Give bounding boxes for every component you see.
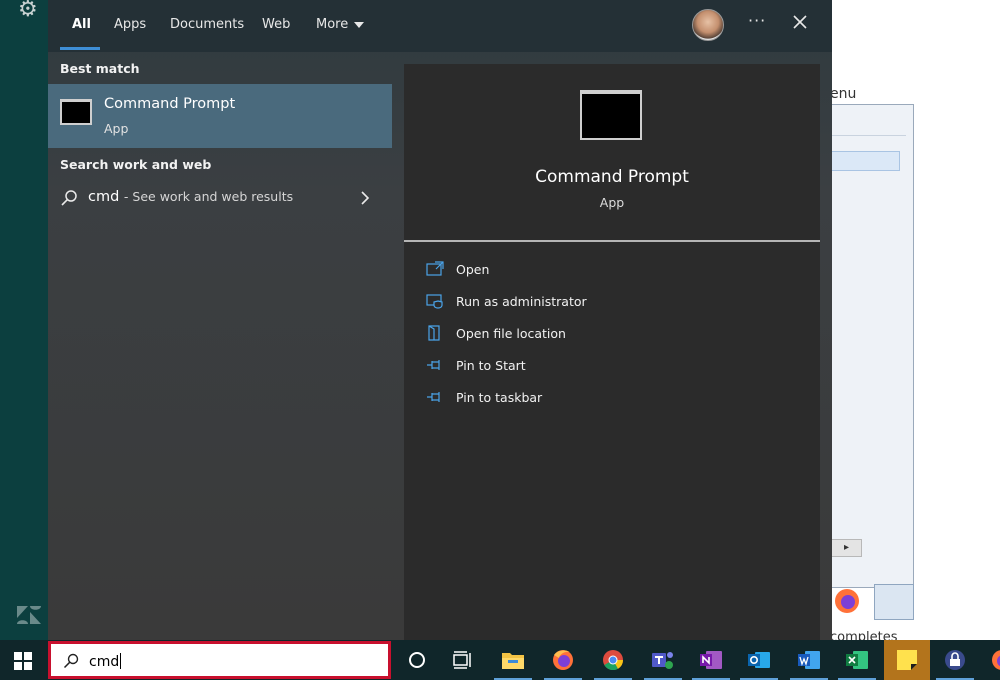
firefox-icon [835,589,859,613]
chevron-right-icon[interactable] [360,191,370,205]
chrome-icon[interactable] [590,640,636,680]
keepass-lock-icon[interactable] [932,640,978,680]
start-search-panel: All Apps Documents Web More ··· Best mat… [48,0,832,640]
cortana-icon[interactable] [394,640,440,680]
web-result-item[interactable]: cmd - See work and web results [48,182,392,214]
action-label: Pin to taskbar [456,390,543,405]
desktop-left-strip: ⚙ [0,0,48,640]
action-open[interactable]: Open [426,258,806,284]
search-web-heading: Search work and web [60,157,212,172]
pin-icon [427,360,440,370]
search-icon [61,190,77,206]
background-menu-text: enu [830,86,857,102]
firefox-alt-icon[interactable] [980,640,1000,680]
command-prompt-icon [60,99,92,125]
close-icon[interactable] [792,14,808,30]
folder-icon [428,325,440,341]
open-icon [426,261,444,276]
command-prompt-large-icon [580,90,642,140]
action-label: Open [456,262,490,277]
preview-pane: Command Prompt App Open Run as administr… [404,64,820,640]
file-explorer-icon[interactable] [490,640,536,680]
taskbar-search-input[interactable]: cmd [48,641,391,679]
tab-all[interactable]: All [72,17,91,32]
action-pin-to-taskbar[interactable]: Pin to taskbar [426,386,806,412]
preview-title: Command Prompt [535,167,689,187]
web-suffix: - See work and web results [123,189,294,204]
best-match-subtitle: App [104,121,129,136]
filter-tabs: All Apps Documents Web More ··· [48,0,832,52]
scroll-arrow-icon[interactable]: ▸ [832,539,862,557]
best-match-heading: Best match [60,61,140,76]
action-pin-to-start[interactable]: Pin to Start [426,354,806,380]
best-match-title: Command Prompt [104,96,236,112]
tab-documents[interactable]: Documents [170,17,244,32]
word-icon[interactable] [786,640,832,680]
onenote-icon[interactable] [688,640,734,680]
tab-more[interactable]: More [316,17,365,32]
action-run-as-admin[interactable]: Run as administrator [426,290,806,316]
shield-icon [426,294,443,309]
task-view-icon[interactable] [440,640,486,680]
excel-icon[interactable] [834,640,880,680]
action-label: Run as administrator [456,294,587,309]
firefox-icon[interactable] [540,640,586,680]
web-result-text: cmd - See work and web results [88,189,293,205]
preview-subtitle: App [599,195,625,210]
tab-apps[interactable]: Apps [114,17,146,32]
teams-icon[interactable] [640,640,686,680]
tab-web[interactable]: Web [262,17,290,32]
taskbar: cmd [0,640,1000,680]
action-label: Pin to Start [456,358,526,373]
divider [404,240,820,242]
background-dialog: ▸ [832,104,914,588]
active-tab-indicator [60,47,100,50]
search-value: cmd [89,653,122,670]
avatar[interactable] [692,9,724,41]
outlook-icon[interactable] [736,640,782,680]
results-pane: Best match Command Prompt App Search wor… [48,52,392,640]
search-icon [63,653,79,669]
sticky-notes-icon[interactable] [884,640,930,680]
pin-icon [427,392,440,402]
tab-more-label: More [316,17,349,32]
more-dots-icon[interactable]: ··· [748,11,766,30]
windows-start-icon[interactable] [14,652,32,670]
background-thumbnail [874,584,914,620]
web-query: cmd [88,189,120,205]
action-open-file-location[interactable]: Open file location [426,322,806,348]
chevron-down-icon [354,21,365,28]
best-match-item[interactable]: Command Prompt App [48,84,392,148]
action-label: Open file location [456,326,566,341]
zendesk-icon [17,606,41,624]
gear-icon: ⚙ [18,0,38,22]
